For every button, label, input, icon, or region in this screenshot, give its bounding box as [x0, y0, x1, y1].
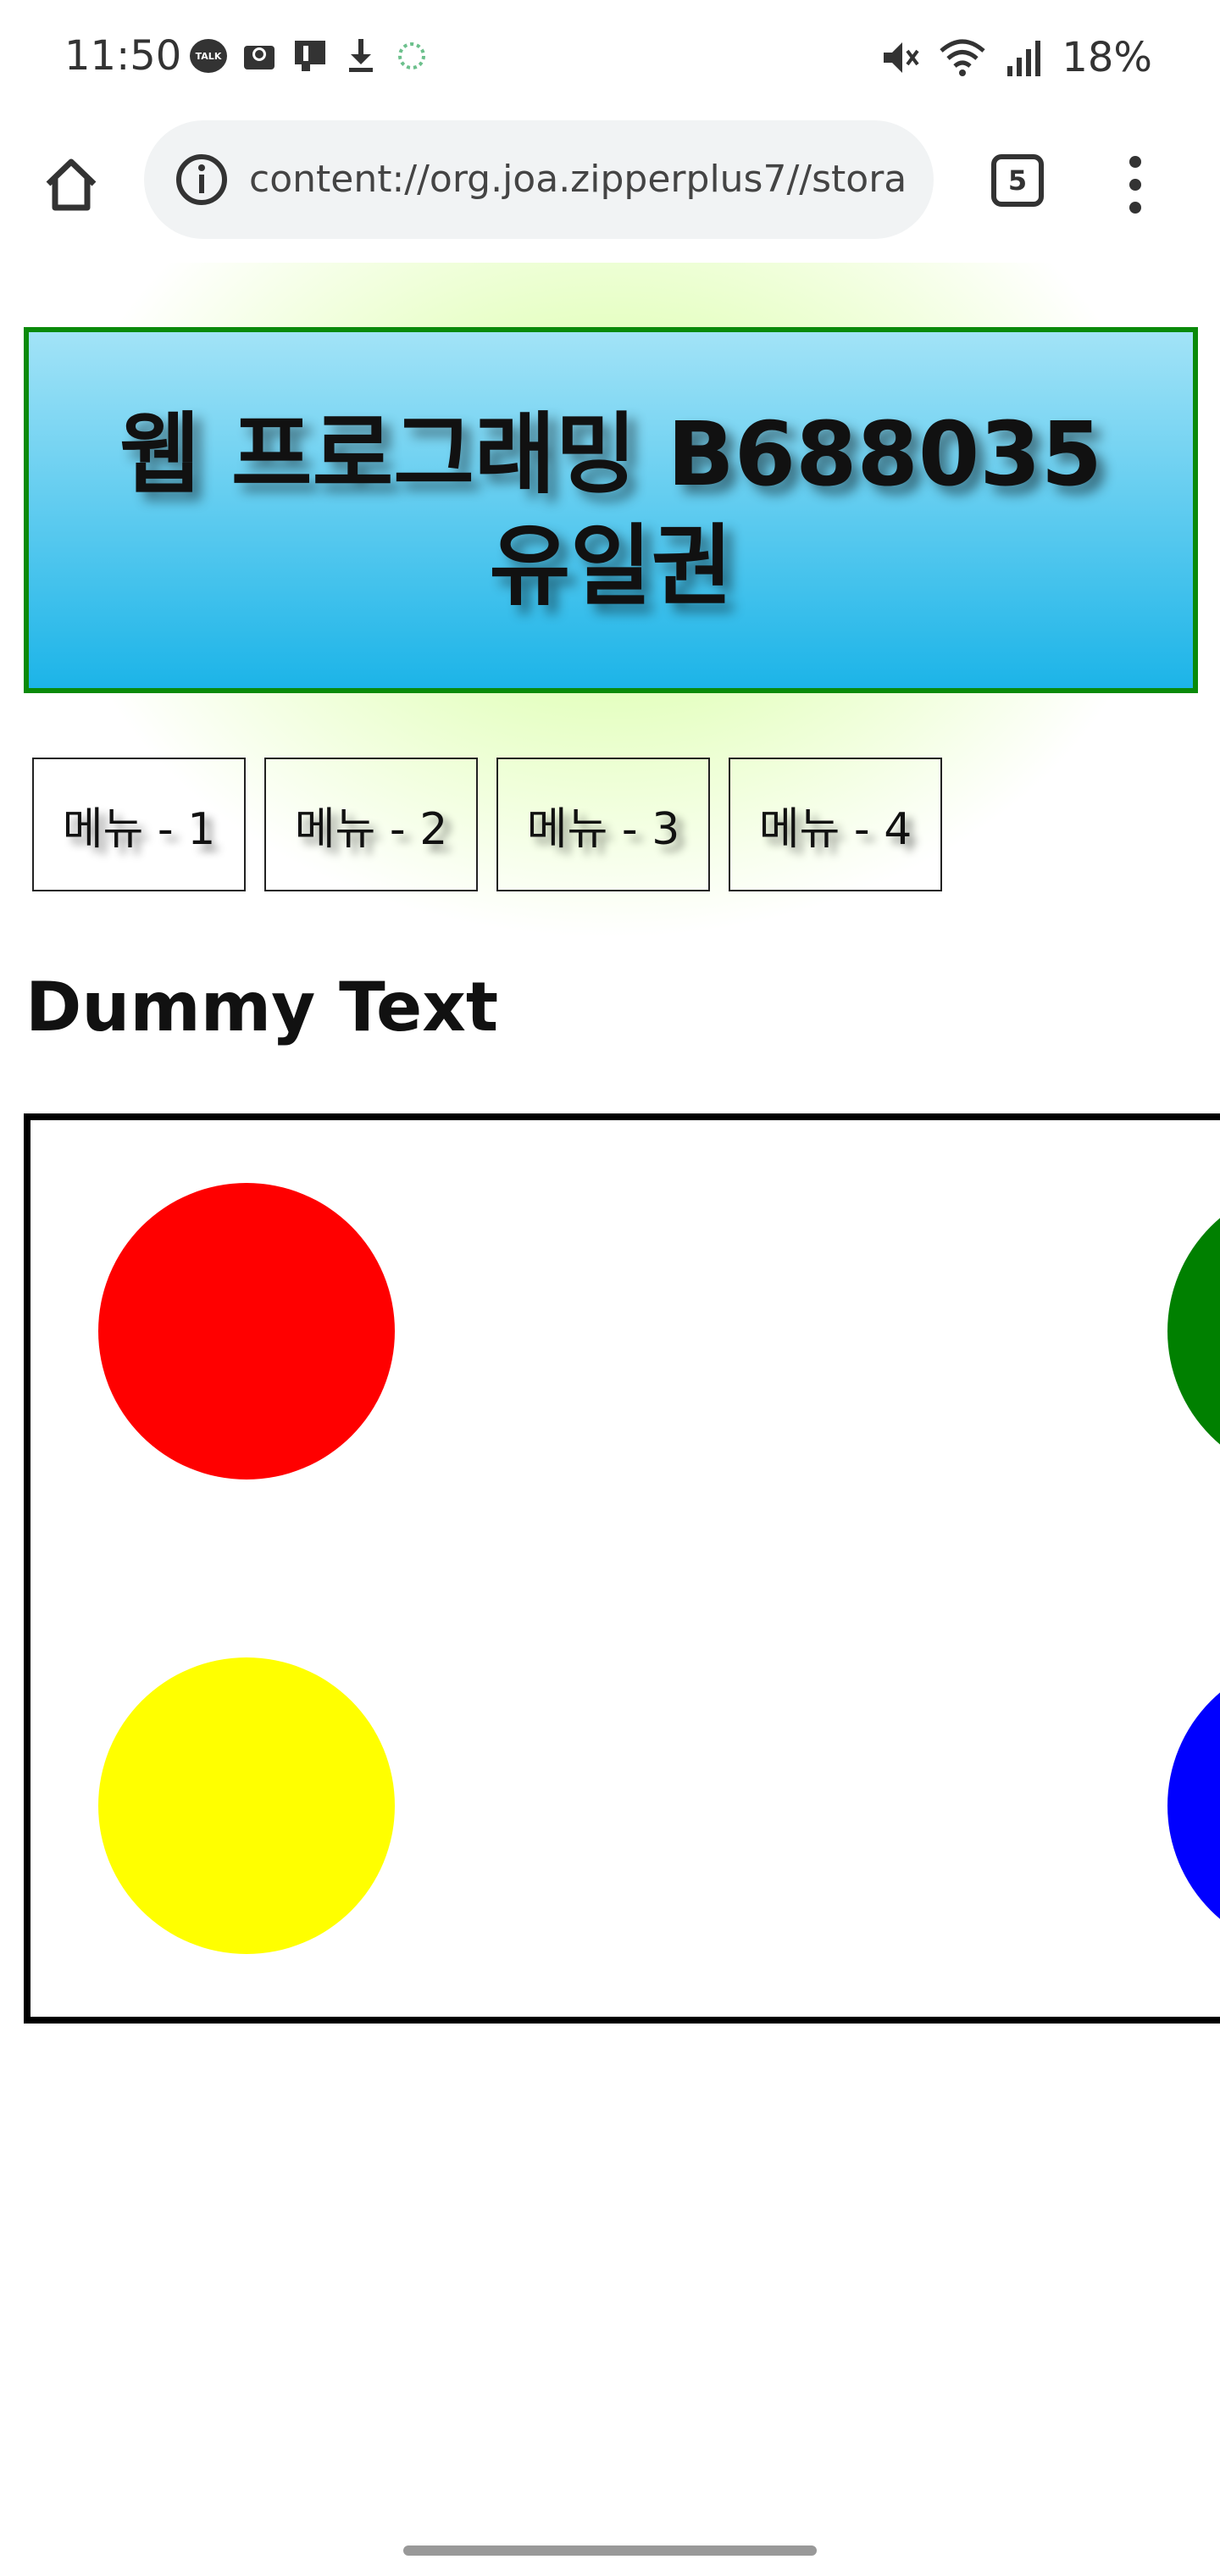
menu-nav: 메뉴 - 1 메뉴 - 2 메뉴 - 3 메뉴 - 4	[32, 758, 942, 891]
url-bar[interactable]: content://org.joa.zipperplus7//stora	[144, 120, 934, 239]
dot	[1129, 202, 1141, 214]
wifi-icon	[940, 39, 985, 76]
system-icons: 18%	[879, 34, 1152, 81]
talk-label: TALK	[190, 39, 227, 73]
green-circle	[1167, 1183, 1220, 1480]
yellow-circle	[98, 1657, 395, 1954]
url-text[interactable]: content://org.joa.zipperplus7//stora	[249, 158, 918, 201]
notification-icons: TALK	[190, 37, 430, 75]
section-heading: Dummy Text	[25, 968, 499, 1046]
page-title-box: 웹 프로그래밍 B688035 유일권	[24, 327, 1198, 693]
sync-icon	[393, 37, 430, 75]
menu-button-3[interactable]: 메뉴 - 3	[496, 758, 710, 891]
red-circle	[98, 1183, 395, 1480]
dot	[1129, 156, 1141, 168]
status-bar: 11:50 TALK 18%	[0, 0, 1220, 119]
gesture-navigation-bar[interactable]	[403, 2545, 817, 2556]
blue-circle	[1167, 1657, 1220, 1954]
menu-button-4[interactable]: 메뉴 - 4	[729, 758, 942, 891]
info-icon[interactable]	[175, 153, 229, 207]
document-icon	[291, 37, 329, 75]
web-page: 웹 프로그래밍 B688035 유일권 메뉴 - 1 메뉴 - 2 메뉴 - 3…	[0, 263, 1220, 2576]
circle-container	[24, 1113, 1220, 2024]
status-time: 11:50	[64, 32, 182, 80]
browser-toolbar: content://org.joa.zipperplus7//stora 5	[0, 119, 1220, 263]
tab-switcher-button[interactable]: 5	[991, 154, 1044, 207]
home-button[interactable]	[37, 151, 105, 219]
mute-icon	[884, 42, 919, 73]
dot	[1129, 179, 1141, 191]
mail-icon	[241, 37, 278, 75]
more-vert-icon[interactable]	[1117, 151, 1154, 219]
download-icon	[342, 37, 380, 75]
home-icon	[46, 158, 97, 211]
menu-button-1[interactable]: 메뉴 - 1	[32, 758, 246, 891]
menu-button-2[interactable]: 메뉴 - 2	[264, 758, 478, 891]
page-title: 웹 프로그래밍 B688035 유일권	[119, 402, 1102, 618]
battery-percent: 18%	[1062, 34, 1152, 81]
signal-icon	[1007, 41, 1041, 76]
talk-icon: TALK	[190, 37, 227, 75]
